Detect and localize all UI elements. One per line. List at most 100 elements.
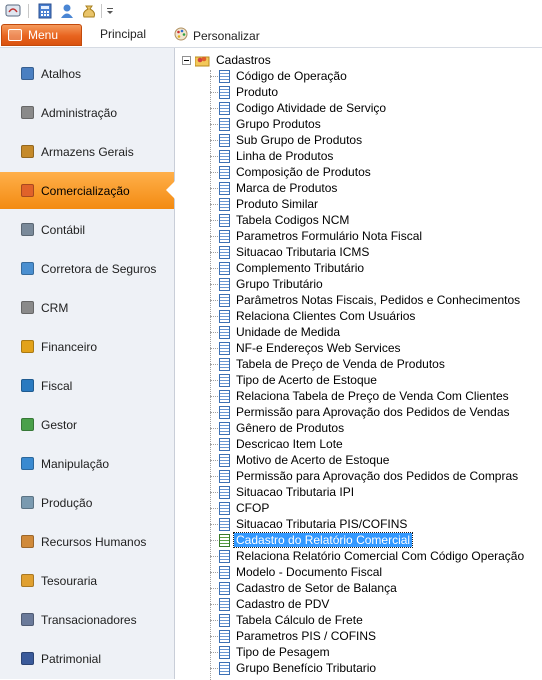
form-document-icon xyxy=(219,469,230,483)
tree-item[interactable]: Grupo Tributário xyxy=(210,276,325,292)
tree-item[interactable]: Unidade de Medida xyxy=(210,324,342,340)
tree-item[interactable]: Gênero de Produtos xyxy=(210,420,346,436)
tree-item[interactable]: Situacao Tributaria PIS/COFINS xyxy=(210,516,409,532)
tree-item-label: Linha de Produtos xyxy=(236,149,334,163)
tree-item[interactable]: Tabela de Preço de Venda de Produtos xyxy=(210,356,447,372)
tree-item[interactable]: Produto xyxy=(210,84,280,100)
form-document-icon xyxy=(219,405,230,419)
tree-item[interactable]: CFOP xyxy=(210,500,271,516)
tree-connector xyxy=(210,603,218,605)
tree-item[interactable]: Tipo de Pesagem xyxy=(210,644,332,660)
tree-root-cadastros[interactable]: Cadastros xyxy=(182,52,273,68)
nav-item-label: Contábil xyxy=(41,222,86,237)
tree-item[interactable]: Relaciona Tabela de Preço de Venda Com C… xyxy=(210,388,511,404)
tree-item[interactable]: Motivo de Acerto de Estoque xyxy=(210,452,391,468)
nav-item[interactable]: Contábil xyxy=(0,211,174,248)
nav-item[interactable]: Tesouraria xyxy=(0,562,174,599)
nav-item[interactable]: Fiscal xyxy=(0,367,174,404)
tab-principal[interactable]: Principal xyxy=(100,27,146,41)
form-document-icon xyxy=(219,533,230,547)
tree-item-label: Situacao Tributaria ICMS xyxy=(236,245,370,259)
form-document-icon xyxy=(219,389,230,403)
form-document-icon xyxy=(219,293,230,307)
tree-item[interactable]: Descricao Item Lote xyxy=(210,436,345,452)
tree-item[interactable]: Tipo de Acerto de Estoque xyxy=(210,372,379,388)
form-document-icon xyxy=(219,613,230,627)
user-icon[interactable] xyxy=(59,3,75,19)
form-document-icon xyxy=(219,181,230,195)
nav-item[interactable]: CRM xyxy=(0,289,174,326)
collapse-icon[interactable] xyxy=(182,55,191,65)
tree-connector xyxy=(210,539,218,541)
form-document-icon xyxy=(219,85,230,99)
tree-connector xyxy=(210,139,218,141)
nav-item[interactable]: Recursos Humanos xyxy=(0,523,174,560)
tree-item[interactable]: Grupo Benefício Tributario xyxy=(210,660,378,676)
tree-item[interactable]: Produto Similar xyxy=(210,196,320,212)
tree-item[interactable]: Codigo Atividade de Serviço xyxy=(210,100,388,116)
form-document-icon xyxy=(219,261,230,275)
tree-item-label: Grupo Tributário xyxy=(236,277,323,291)
menu-button[interactable]: Menu xyxy=(1,24,82,46)
tree-item-label: Tabela Cálculo de Frete xyxy=(236,613,363,627)
form-document-icon xyxy=(219,229,230,243)
tree-item[interactable]: Relaciona Relatório Comercial Com Código… xyxy=(210,548,526,564)
nav-item-label: Manipulação xyxy=(41,456,110,471)
coin-icon xyxy=(21,340,34,353)
customize-dropdown-icon[interactable] xyxy=(105,3,115,19)
nav-item[interactable]: Transacionadores xyxy=(0,601,174,638)
nav-item[interactable]: Armazens Gerais xyxy=(0,133,174,170)
tab-personalizar[interactable]: Personalizar xyxy=(174,27,260,44)
tree-item-label: Parametros PIS / COFINS xyxy=(236,629,377,643)
tree-connector xyxy=(210,283,218,285)
tree-item[interactable]: Parametros Formulário Nota Fiscal xyxy=(210,228,424,244)
tree-connector xyxy=(210,619,218,621)
calculator-icon[interactable] xyxy=(37,3,53,19)
tree-item[interactable]: Modelo - Documento Fiscal xyxy=(210,564,384,580)
tree-item[interactable]: Tabela Cálculo de Frete xyxy=(210,612,365,628)
tree-item[interactable]: Sub Grupo de Produtos xyxy=(210,132,364,148)
tree-item[interactable]: Permissão para Aprovação dos Pedidos de … xyxy=(210,468,520,484)
tree-item[interactable]: Marca de Produtos xyxy=(210,180,339,196)
tree-item[interactable]: Parâmetros Notas Fiscais, Pedidos e Conh… xyxy=(210,292,522,308)
tree-item[interactable]: Permissão para Aprovação dos Pedidos de … xyxy=(210,404,512,420)
tree-item[interactable]: Cadastro de PDV xyxy=(210,596,331,612)
money-bag-icon[interactable] xyxy=(81,3,97,19)
nav-item[interactable]: Administração xyxy=(0,94,174,131)
form-document-icon xyxy=(219,485,230,499)
tree-item[interactable]: Linha de Produtos xyxy=(210,148,335,164)
form-document-icon xyxy=(219,277,230,291)
nav-item-label: Financeiro xyxy=(41,339,98,354)
nav-item-label: Comercialização xyxy=(41,183,130,198)
treasury-icon xyxy=(21,574,34,587)
app-icon[interactable] xyxy=(5,3,21,19)
nav-item[interactable]: Gestor xyxy=(0,406,174,443)
tree-item[interactable]: Composição de Produtos xyxy=(210,164,373,180)
factory-icon xyxy=(21,496,34,509)
people-icon xyxy=(21,535,34,548)
tree-connector xyxy=(210,459,218,461)
tree-item[interactable]: NF-e Endereços Web Services xyxy=(210,340,403,356)
tree-item[interactable]: Cadastro de Setor de Balança xyxy=(210,580,399,596)
palette-icon xyxy=(174,27,188,44)
nav-item[interactable]: Financeiro xyxy=(0,328,174,365)
tree-item[interactable]: Grupo Produtos xyxy=(210,116,323,132)
tree-item[interactable]: Situacao Tributaria IPI xyxy=(210,484,356,500)
quick-access-toolbar xyxy=(0,0,542,23)
tree-item[interactable]: Parametros PIS / COFINS xyxy=(210,628,378,644)
nav-item[interactable]: Patrimonial xyxy=(0,640,174,677)
tree-item[interactable]: Complemento Tributário xyxy=(210,260,366,276)
tree-item[interactable]: Código de Operação xyxy=(210,68,349,84)
tree-item[interactable]: Relaciona Clientes Com Usuários xyxy=(210,308,417,324)
nav-item[interactable]: Produção xyxy=(0,484,174,521)
nav-item[interactable]: Comercialização xyxy=(0,172,175,209)
tree-item[interactable]: Cadastro do Relatório Comercial xyxy=(210,532,414,548)
form-document-icon xyxy=(219,581,230,595)
ledger-icon xyxy=(21,223,34,236)
nav-item[interactable]: Manipulação xyxy=(0,445,174,482)
nav-item[interactable]: Atalhos xyxy=(0,55,174,92)
toolbar-separator xyxy=(101,4,102,18)
tree-item[interactable]: Tabela Codigos NCM xyxy=(210,212,351,228)
tree-item[interactable]: Situacao Tributaria ICMS xyxy=(210,244,371,260)
nav-item[interactable]: Corretora de Seguros xyxy=(0,250,174,287)
